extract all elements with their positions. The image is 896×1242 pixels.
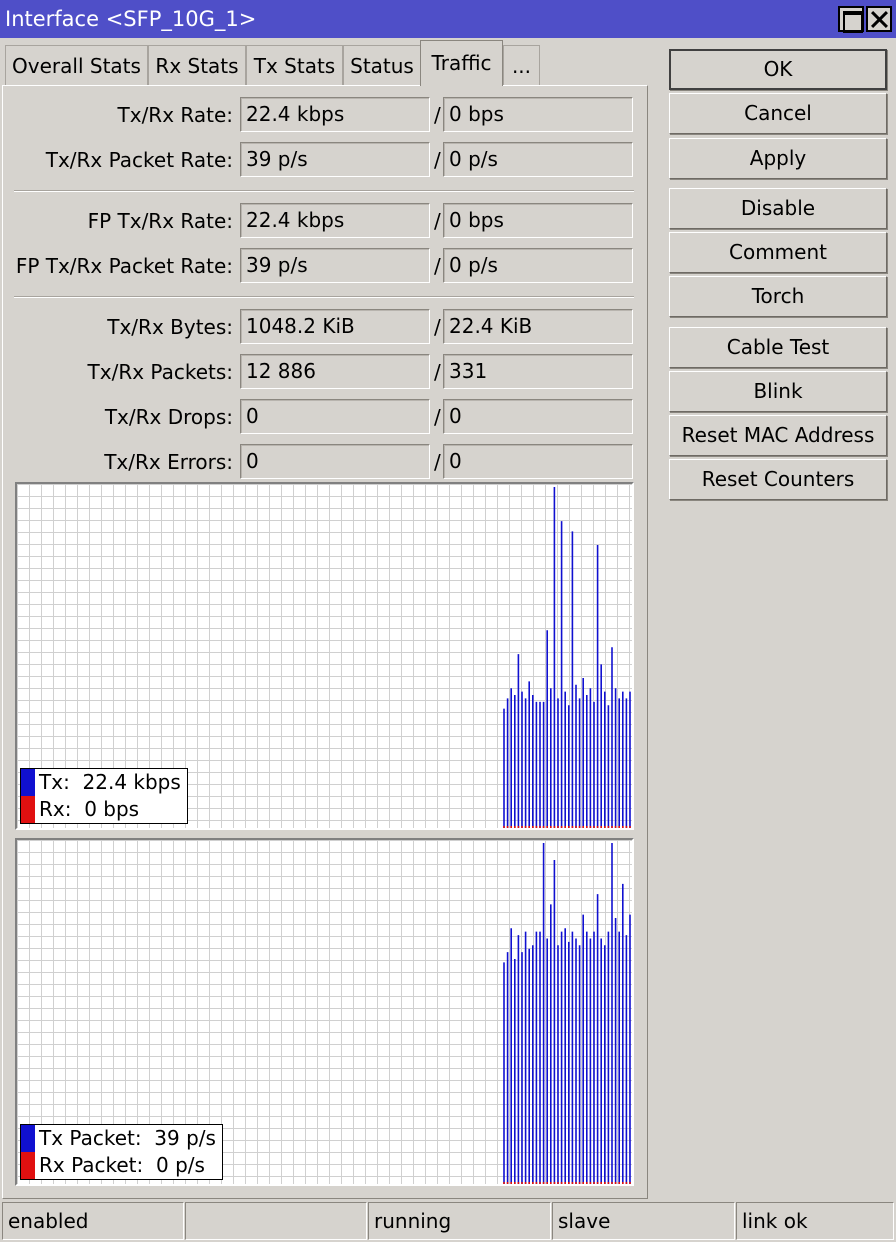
tab-status[interactable]: Status xyxy=(343,45,421,85)
separator-slash: / xyxy=(434,103,441,127)
rx-color-swatch xyxy=(21,1152,35,1179)
status-link: link ok xyxy=(736,1202,894,1240)
tab-traffic[interactable]: Traffic xyxy=(420,40,503,86)
separator-slash: / xyxy=(434,360,441,384)
legend-tx-name: Tx xyxy=(39,770,64,794)
packet-rate-legend: Tx Packet: 39 p/s Rx Packet: 0 p/s xyxy=(20,1124,223,1180)
disable-button[interactable]: Disable xyxy=(669,188,887,229)
fp-tx-packet-rate-field: 39 p/s xyxy=(240,248,430,283)
tx-packets-field: 12 886 xyxy=(240,354,430,389)
fp-rx-packet-rate-field: 0 p/s xyxy=(443,248,633,283)
comment-button[interactable]: Comment xyxy=(669,232,887,273)
status-empty xyxy=(185,1202,367,1240)
status-slave: slave xyxy=(552,1202,735,1240)
tx-bytes-field: 1048.2 KiB xyxy=(240,309,430,344)
separator-slash: / xyxy=(434,209,441,233)
tx-drops-field: 0 xyxy=(240,399,430,434)
rx-packet-rate-field: 0 p/s xyxy=(443,142,633,177)
close-icon[interactable] xyxy=(866,6,892,32)
fp-tx-rate-field: 22.4 kbps xyxy=(240,203,430,238)
tx-rx-bytes-label: Tx/Rx Bytes: xyxy=(107,315,233,339)
maximize-icon[interactable] xyxy=(838,6,864,33)
cable-test-button[interactable]: Cable Test xyxy=(669,327,887,368)
legend-rx-packet-value: 0 p/s xyxy=(155,1153,205,1177)
tab-more[interactable]: ... xyxy=(503,45,540,85)
legend-rx-value: 0 bps xyxy=(84,797,140,821)
blink-button[interactable]: Blink xyxy=(669,371,887,412)
tab-rx-stats[interactable]: Rx Stats xyxy=(148,45,246,85)
rx-errors-field: 0 xyxy=(443,444,633,479)
tab-overall-stats[interactable]: Overall Stats xyxy=(5,45,148,85)
apply-button[interactable]: Apply xyxy=(669,138,887,179)
traffic-rate-legend: Tx: 22.4 kbps Rx: 0 bps xyxy=(20,768,188,824)
separator-slash: / xyxy=(434,315,441,339)
tx-rx-drops-label: Tx/Rx Drops: xyxy=(104,405,233,429)
legend-tx: Tx: 22.4 kbps xyxy=(21,769,181,796)
legend-rx-packet-name: Rx Packet xyxy=(39,1153,137,1177)
rx-color-swatch xyxy=(21,796,35,823)
status-running: running xyxy=(368,1202,551,1240)
rx-drops-field: 0 xyxy=(443,399,633,434)
tab-tx-stats[interactable]: Tx Stats xyxy=(246,45,343,85)
window-title: Interface <SFP_10G_1> xyxy=(5,7,257,31)
legend-rx: Rx: 0 bps xyxy=(21,796,181,823)
fp-rx-rate-field: 0 bps xyxy=(443,203,633,238)
torch-button[interactable]: Torch xyxy=(669,276,887,317)
legend-rx-packet: Rx Packet: 0 p/s xyxy=(21,1152,216,1179)
tx-rx-rate-label: Tx/Rx Rate: xyxy=(117,103,233,127)
separator-slash: / xyxy=(434,148,441,172)
tx-errors-field: 0 xyxy=(240,444,430,479)
legend-tx-packet-name: Tx Packet xyxy=(39,1126,135,1150)
tx-rx-packet-rate-label: Tx/Rx Packet Rate: xyxy=(45,148,233,172)
rx-bytes-field: 22.4 KiB xyxy=(443,309,633,344)
tx-rate-field: 22.4 kbps xyxy=(240,97,430,132)
title-bar: Interface <SFP_10G_1> xyxy=(0,0,896,38)
fp-tx-rx-rate-label: FP Tx/Rx Rate: xyxy=(87,209,233,233)
tx-rx-packets-label: Tx/Rx Packets: xyxy=(87,360,233,384)
tx-rx-errors-label: Tx/Rx Errors: xyxy=(104,450,233,474)
reset-mac-address-button[interactable]: Reset MAC Address xyxy=(669,415,887,456)
separator-slash: / xyxy=(434,405,441,429)
divider xyxy=(14,296,634,298)
legend-rx-name: Rx xyxy=(39,797,65,821)
rx-packets-field: 331 xyxy=(443,354,633,389)
ok-button[interactable]: OK xyxy=(669,49,887,90)
legend-tx-value: 22.4 kbps xyxy=(82,770,181,794)
tx-packet-rate-field: 39 p/s xyxy=(240,142,430,177)
traffic-rate-graph: Tx: 22.4 kbps Rx: 0 bps xyxy=(15,482,634,830)
tx-color-swatch xyxy=(21,1125,35,1152)
tx-color-swatch xyxy=(21,769,35,796)
reset-counters-button[interactable]: Reset Counters xyxy=(669,459,887,500)
separator-slash: / xyxy=(434,254,441,278)
status-enabled: enabled xyxy=(2,1202,184,1240)
packet-rate-graph: Tx Packet: 39 p/s Rx Packet: 0 p/s xyxy=(15,838,634,1186)
cancel-button[interactable]: Cancel xyxy=(669,93,887,134)
legend-tx-packet: Tx Packet: 39 p/s xyxy=(21,1125,216,1152)
rx-rate-field: 0 bps xyxy=(443,97,633,132)
divider xyxy=(14,190,634,192)
separator-slash: / xyxy=(434,450,441,474)
fp-tx-rx-packet-rate-label: FP Tx/Rx Packet Rate: xyxy=(15,254,233,278)
legend-tx-packet-value: 39 p/s xyxy=(154,1126,216,1150)
